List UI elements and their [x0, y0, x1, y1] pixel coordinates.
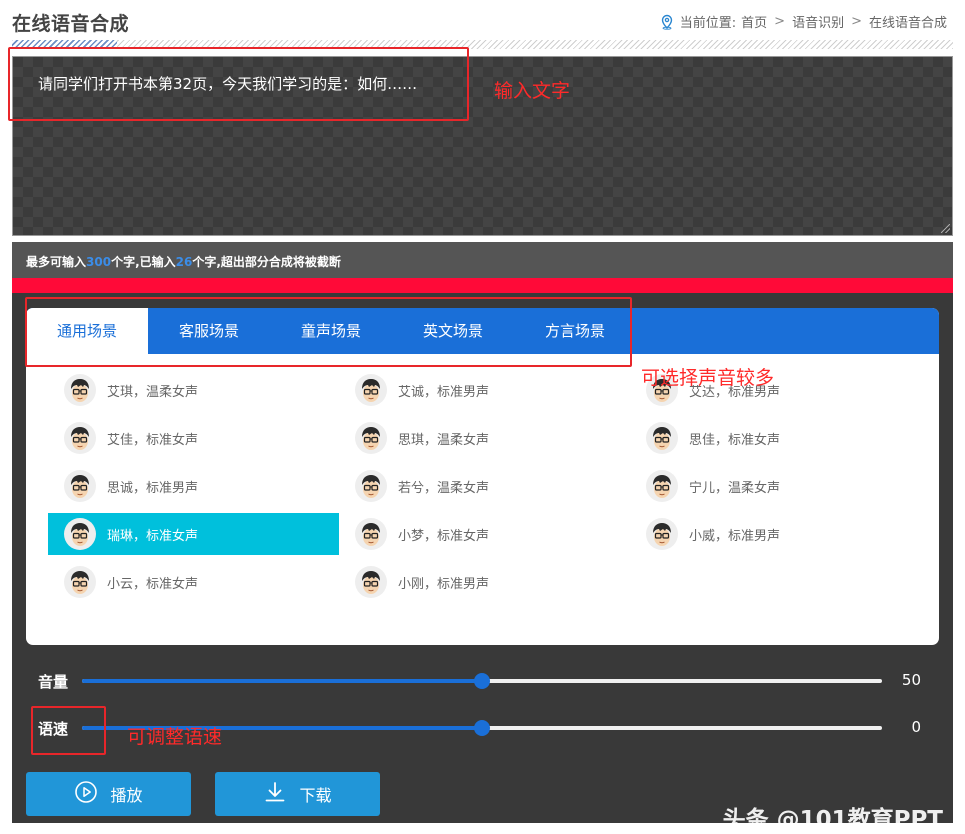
page-title: 在线语音合成	[12, 13, 130, 35]
voice-option[interactable]: 思佳，标准女声	[630, 417, 921, 459]
play-button-label: 播放	[110, 786, 143, 805]
annotation-speed: 可调整语速	[127, 726, 223, 748]
voice-option-label: 艾琪，温柔女声	[107, 384, 199, 400]
voice-option[interactable]: 思诚，标准男声	[48, 465, 339, 507]
voice-option[interactable]: 艾佳，标准女声	[48, 417, 339, 459]
voice-option-label: 艾佳，标准女声	[107, 432, 199, 448]
breadcrumb-separator: >	[774, 14, 786, 29]
voice-option-label: 思佳，标准女声	[689, 432, 781, 448]
voice-option[interactable]: 小云，标准女声	[48, 561, 339, 603]
breadcrumb-speech-recognition[interactable]: 语音识别	[792, 12, 844, 31]
char-limit-info: 最多可输入300个字,已输入26个字,超出部分合成将被截断	[12, 242, 953, 278]
play-icon	[74, 780, 98, 808]
avatar	[355, 470, 387, 502]
resize-handle-icon[interactable]	[941, 224, 950, 233]
breadcrumb-home[interactable]: 首页	[741, 12, 767, 31]
voice-option-label: 艾诚，标准男声	[398, 384, 490, 400]
avatar	[355, 566, 387, 598]
annotation-voices: 可选择声音较多	[641, 367, 775, 389]
annotation-input: 输入文字	[494, 80, 571, 102]
annotation-box-input	[8, 47, 469, 121]
play-button[interactable]: 播放	[26, 772, 191, 816]
voice-option-label: 思诚，标准男声	[107, 480, 199, 496]
avatar	[646, 518, 678, 550]
download-icon	[263, 780, 287, 808]
avatar	[64, 374, 96, 406]
breadcrumb-separator: >	[851, 14, 862, 29]
volume-control: 音量 50	[26, 669, 939, 693]
volume-fill	[82, 679, 482, 683]
avatar	[355, 422, 387, 454]
avatar	[355, 374, 387, 406]
volume-value: 50	[901, 671, 921, 689]
avatar	[646, 470, 678, 502]
volume-label: 音量	[38, 673, 69, 691]
voice-option[interactable]: 小梦，标准女声	[339, 513, 630, 555]
info-middle: 个字,已输入	[111, 255, 176, 269]
voice-option[interactable]: 瑞琳，标准女声	[48, 513, 339, 555]
avatar	[646, 422, 678, 454]
voice-option-label: 若兮，温柔女声	[398, 480, 490, 496]
voice-option-label: 小梦，标准女声	[398, 528, 490, 544]
annotation-box-speed	[31, 706, 106, 755]
avatar	[64, 422, 96, 454]
voice-option[interactable]: 宁儿，温柔女声	[630, 465, 921, 507]
voice-option-label: 宁儿，温柔女声	[689, 480, 781, 496]
avatar	[64, 518, 96, 550]
voice-option-label: 小云，标准女声	[107, 576, 199, 592]
voice-option[interactable]: 思琪，温柔女声	[339, 417, 630, 459]
annotation-box-tabs	[25, 297, 632, 367]
avatar	[64, 470, 96, 502]
download-button[interactable]: 下载	[215, 772, 380, 816]
voice-option[interactable]: 艾琪，温柔女声	[48, 369, 339, 411]
volume-slider[interactable]	[82, 673, 882, 689]
voice-option-label: 小刚，标准男声	[398, 576, 490, 592]
download-button-label: 下载	[299, 786, 332, 805]
volume-thumb[interactable]	[474, 673, 490, 689]
breadcrumb: 当前位置: 首页 > 语音识别 > 在线语音合成	[659, 12, 947, 31]
info-suffix: 个字,超出部分合成将被截断	[192, 255, 341, 269]
avatar	[355, 518, 387, 550]
voice-option[interactable]: 小威，标准男声	[630, 513, 921, 555]
location-pin-icon	[659, 14, 675, 30]
speed-thumb[interactable]	[474, 720, 490, 736]
voice-option-label: 思琪，温柔女声	[398, 432, 490, 448]
voice-option[interactable]: 若兮，温柔女声	[339, 465, 630, 507]
info-prefix: 最多可输入	[26, 255, 87, 269]
avatar	[64, 566, 96, 598]
max-chars: 300	[86, 255, 112, 269]
voice-option[interactable]: 小刚，标准男声	[339, 561, 630, 603]
watermark: 头条 @101教育PPT	[722, 807, 943, 833]
red-divider	[12, 278, 953, 293]
voice-option-label: 小威，标准男声	[689, 528, 781, 544]
speed-value: 0	[911, 718, 921, 736]
breadcrumb-label: 当前位置:	[679, 16, 737, 31]
entered-chars: 26	[175, 255, 193, 269]
voice-option-label: 瑞琳，标准女声	[107, 528, 199, 544]
breadcrumb-current[interactable]: 在线语音合成	[869, 12, 947, 31]
voice-option[interactable]: 艾诚，标准男声	[339, 369, 630, 411]
